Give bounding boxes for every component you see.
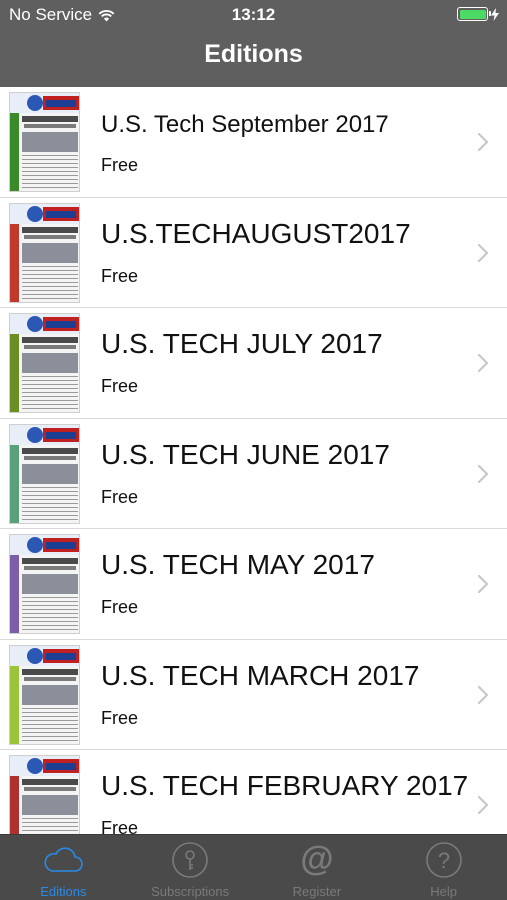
edition-price: Free bbox=[101, 707, 139, 728]
tab-label: Editions bbox=[40, 884, 87, 899]
status-bar: No Service 13:12 bbox=[0, 0, 507, 30]
edition-price: Free bbox=[101, 486, 139, 507]
chevron-right-icon bbox=[477, 353, 489, 373]
tab-help[interactable]: ? Help bbox=[380, 835, 507, 900]
edition-title: U.S. TECH MARCH 2017 bbox=[101, 659, 420, 691]
edition-row[interactable]: U.S. TECH JUNE 2017 Free bbox=[0, 419, 507, 529]
tab-label: Register bbox=[292, 884, 342, 899]
tab-label: Help bbox=[430, 884, 457, 899]
edition-cover-thumbnail bbox=[9, 423, 80, 524]
edition-price: Free bbox=[101, 818, 139, 834]
svg-text:?: ? bbox=[438, 848, 450, 873]
tab-register[interactable]: @ Register bbox=[254, 835, 381, 900]
battery-icon bbox=[457, 7, 491, 21]
key-icon bbox=[169, 841, 211, 879]
edition-cover-thumbnail bbox=[9, 755, 80, 834]
editions-list[interactable]: U.S. Tech September 2017 Free U.S.TECHAUGU… bbox=[0, 87, 507, 834]
edition-cover-thumbnail bbox=[9, 202, 80, 303]
edition-title: U.S.TECHAUGUST2017 bbox=[101, 217, 411, 249]
edition-cover-thumbnail bbox=[9, 313, 80, 413]
edition-title: U.S. TECH JUNE 2017 bbox=[101, 438, 390, 470]
chevron-right-icon bbox=[477, 132, 489, 152]
edition-price: Free bbox=[101, 597, 139, 617]
navigation-bar: No Service 13:12 Editions bbox=[0, 0, 507, 87]
edition-price: Free bbox=[101, 265, 139, 286]
edition-row[interactable]: U.S.TECHAUGUST2017 Free bbox=[0, 198, 507, 308]
question-icon: ? bbox=[423, 841, 465, 879]
svg-text:@: @ bbox=[300, 840, 333, 878]
edition-row[interactable]: U.S. TECH MARCH 2017 Free bbox=[0, 640, 507, 750]
edition-price: Free bbox=[101, 155, 139, 175]
edition-row[interactable]: U.S. TECH JULY 2017 Free bbox=[0, 308, 507, 419]
charging-bolt-icon bbox=[491, 7, 499, 21]
status-time: 13:12 bbox=[231, 5, 276, 24]
tab-subscriptions[interactable]: Subscriptions bbox=[127, 835, 254, 900]
edition-title: U.S. TECH MAY 2017 bbox=[101, 549, 375, 580]
at-sign-icon: @ bbox=[296, 840, 338, 879]
tab-label: Subscriptions bbox=[151, 884, 230, 899]
edition-row[interactable]: U.S. TECH MAY 2017 Free bbox=[0, 529, 507, 640]
edition-price: Free bbox=[101, 376, 139, 396]
edition-row[interactable]: U.S. TECH FEBRUARY 2017 Free bbox=[0, 750, 507, 834]
page-title: Editions bbox=[204, 40, 303, 68]
edition-cover-thumbnail bbox=[9, 644, 80, 745]
edition-title: U.S. TECH FEBRUARY 2017 bbox=[101, 770, 469, 801]
chevron-right-icon bbox=[477, 464, 489, 483]
tab-editions[interactable]: Editions bbox=[0, 835, 127, 900]
edition-title: U.S. TECH JULY 2017 bbox=[101, 328, 383, 359]
tab-bar: Editions Subscriptions @ Register? Help bbox=[0, 834, 507, 900]
cloud-icon bbox=[42, 841, 84, 879]
chevron-right-icon bbox=[477, 795, 489, 815]
chevron-right-icon bbox=[477, 574, 489, 594]
edition-cover-thumbnail bbox=[9, 534, 80, 634]
edition-title: U.S. Tech September 2017 bbox=[101, 111, 389, 138]
edition-row[interactable]: U.S. Tech September 2017 Free bbox=[0, 87, 507, 198]
battery-indicator bbox=[457, 7, 499, 21]
chevron-right-icon bbox=[477, 685, 489, 704]
edition-cover-thumbnail bbox=[9, 92, 80, 192]
chevron-right-icon bbox=[477, 243, 489, 262]
